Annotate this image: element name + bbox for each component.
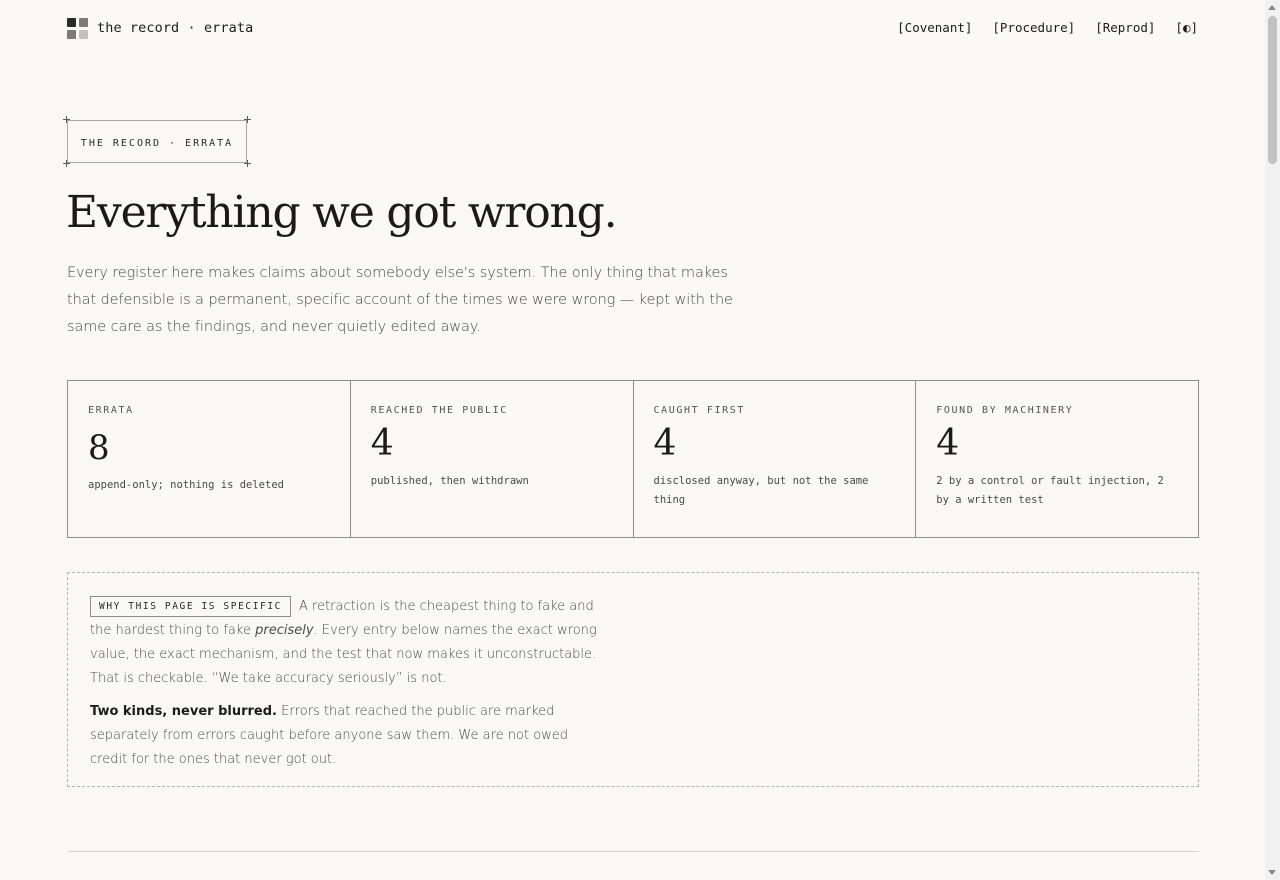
page-scrollbar[interactable]: [1265, 0, 1280, 880]
stat-reached-public: REACHED THE PUBLIC 4 published, then wit…: [351, 381, 634, 537]
brand-link[interactable]: the record · errata: [67, 17, 253, 39]
nav-procedure[interactable]: [Procedure]: [992, 20, 1075, 35]
corner-mark-icon: [244, 160, 251, 167]
theme-toggle-button[interactable]: [◐]: [1175, 20, 1198, 35]
explanation-paragraph: Two kinds, never blurred. Errors that re…: [90, 700, 600, 772]
stat-note: append-only; nothing is deleted: [88, 479, 284, 491]
stat-label: CAUGHT FIRST: [653, 405, 745, 416]
scroll-down-arrow-icon[interactable]: [1268, 870, 1276, 875]
stat-caught-first: CAUGHT FIRST 4 disclosed anyway, but not…: [634, 381, 917, 537]
page-lede: Every register here makes claims about s…: [67, 265, 733, 335]
nav-covenant[interactable]: [Covenant]: [897, 20, 972, 35]
stats-panel: ERRATA 8 append-only; nothing is deleted…: [67, 380, 1199, 538]
stat-found-by-machinery: FOUND BY MACHINERY 4 2 by a control or f…: [916, 381, 1198, 537]
stat-value: 4: [370, 423, 394, 464]
explanation-paragraph: WHY THIS PAGE IS SPECIFIC A retraction is…: [90, 595, 600, 691]
top-bar: the record · errata [Covenant] [Procedur…: [67, 16, 1198, 40]
stat-label: FOUND BY MACHINERY: [936, 405, 1074, 416]
main-nav: [Covenant] [Procedure] [Reprod] [◐]: [897, 20, 1198, 35]
explanation-lead: Two kinds, never blurred.: [90, 704, 277, 719]
section-divider: [67, 851, 1199, 852]
corner-mark-icon: [63, 160, 70, 167]
corner-mark-icon: [63, 116, 70, 123]
brand-name: the record · errata: [97, 20, 254, 36]
section-stamp: THE RECORD · ERRATA: [63, 116, 251, 167]
stat-label: ERRATA: [88, 405, 134, 416]
explanation-tag: WHY THIS PAGE IS SPECIFIC: [90, 596, 291, 617]
page-title: Everything we got wrong.: [66, 187, 618, 238]
stat-value: 4: [653, 423, 677, 464]
scrollbar-thumb[interactable]: [1268, 16, 1277, 164]
stat-note: disclosed anyway, but not the same thing: [653, 475, 869, 506]
stat-note: 2 by a control or fault injection, 2 by …: [936, 475, 1164, 506]
explanation-emphasis: precisely: [255, 623, 314, 638]
stat-errata: ERRATA 8 append-only; nothing is deleted: [68, 381, 351, 537]
corner-mark-icon: [244, 116, 251, 123]
scroll-up-arrow-icon[interactable]: [1268, 5, 1276, 10]
stat-label: REACHED THE PUBLIC: [370, 405, 508, 416]
logo-grid-icon: [67, 17, 88, 39]
stat-note: published, then withdrawn: [370, 475, 529, 487]
stamp-label: THE RECORD · ERRATA: [80, 138, 234, 149]
stat-value: 4: [936, 423, 960, 464]
explanation-box: WHY THIS PAGE IS SPECIFIC A retraction is…: [67, 572, 1199, 787]
stat-value: 8: [88, 428, 110, 468]
nav-reprod[interactable]: [Reprod]: [1095, 20, 1155, 35]
